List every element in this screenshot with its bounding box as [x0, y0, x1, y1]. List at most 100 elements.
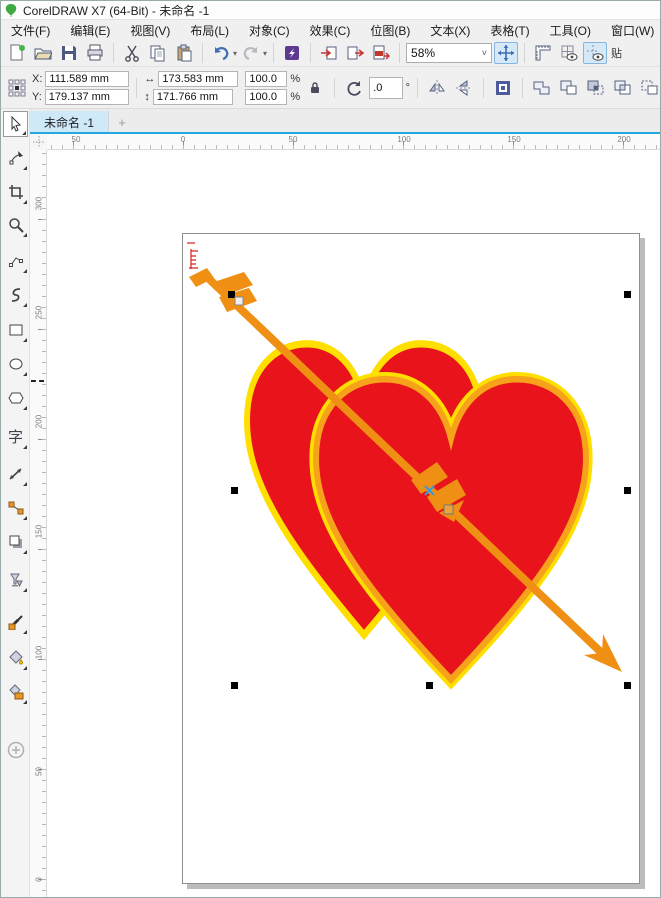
document-page[interactable] [182, 233, 640, 884]
mirror-vertical-button[interactable] [452, 77, 476, 99]
undo-button[interactable] [209, 42, 233, 64]
drop-shadow-tool-icon [8, 534, 24, 550]
interactive-fill-tool[interactable] [3, 679, 28, 705]
add-tools-button[interactable] [3, 737, 28, 763]
v-ruler-label: 250 [35, 305, 44, 321]
fit-page-icon [497, 44, 515, 62]
menu-view[interactable]: 视图(V) [120, 20, 180, 41]
flyout-indicator [23, 338, 27, 342]
x-position-field[interactable]: 111.589 mm [45, 71, 129, 87]
paste-icon [175, 44, 193, 62]
zoom-tool[interactable] [3, 212, 28, 238]
redo-dropdown-caret[interactable]: ▾ [263, 49, 267, 58]
document-tab-active[interactable]: 未命名 -1 [30, 111, 109, 134]
flyout-indicator [23, 516, 27, 520]
crop-tool[interactable] [3, 179, 28, 205]
menu-bitmaps[interactable]: 位图(B) [360, 20, 420, 41]
menu-file[interactable]: 文件(F) [1, 20, 60, 41]
menu-effects[interactable]: 效果(C) [300, 20, 361, 41]
height-icon: ↕ [144, 91, 150, 103]
show-rulers-button[interactable] [531, 42, 555, 64]
pick-tool[interactable] [3, 111, 28, 137]
show-grid-button[interactable] [557, 42, 581, 64]
toolbar-separator [334, 78, 335, 98]
connector-tool-icon [8, 500, 24, 516]
open-button[interactable] [31, 42, 55, 64]
artistic-media-tool-icon [8, 287, 24, 303]
rotation-angle-field[interactable]: .0 [369, 77, 402, 99]
menu-window[interactable]: 窗口(W) [601, 20, 661, 41]
ellipse-tool[interactable] [3, 351, 28, 377]
object-height-field[interactable]: 171.766 mm [153, 89, 233, 105]
snap-menu-label-clipped[interactable]: 贴 [611, 45, 622, 61]
new-document-button[interactable] [5, 42, 29, 64]
open-icon [34, 44, 52, 62]
toolbar-separator [202, 43, 203, 63]
import-button[interactable] [317, 42, 341, 64]
property-bar: X: 111.589 mm Y: 179.137 mm ↔ 173.583 mm… [1, 67, 661, 109]
print-button[interactable] [83, 42, 107, 64]
freehand-tool[interactable] [3, 248, 28, 274]
color-eyedropper-tool[interactable] [3, 609, 28, 635]
pdf-export-button[interactable] [369, 42, 393, 64]
export-button[interactable] [343, 42, 367, 64]
zoom-tool-icon [8, 217, 24, 233]
v-ruler-label: 50 [35, 764, 44, 780]
application-window: CorelDRAW X7 (64-Bit) - 未命名 -1 文件(F) 编辑(… [0, 0, 661, 898]
menu-table[interactable]: 表格(T) [480, 20, 539, 41]
object-width-field[interactable]: 173.583 mm [158, 71, 238, 87]
menu-tools[interactable]: 工具(O) [540, 20, 601, 41]
combine-button[interactable] [491, 77, 515, 99]
show-guidelines-button[interactable] [583, 42, 607, 64]
transparency-tool[interactable] [3, 567, 28, 593]
redo-button[interactable] [239, 42, 263, 64]
weld-button[interactable] [530, 77, 554, 99]
save-icon [60, 44, 78, 62]
pdf-export-icon [372, 44, 390, 62]
standard-toolbar: ▾ ▾ 5 [1, 40, 661, 67]
scale-y-field[interactable]: 100.0 [245, 89, 287, 105]
drop-shadow-tool[interactable] [3, 529, 28, 555]
save-button[interactable] [57, 42, 81, 64]
trim-button[interactable] [557, 77, 581, 99]
menu-object[interactable]: 对象(C) [239, 20, 300, 41]
new-tab-button[interactable]: + [109, 111, 135, 134]
artistic-media-tool[interactable] [3, 282, 28, 308]
scale-x-field[interactable]: 100.0 [245, 71, 287, 87]
menu-layout[interactable]: 布局(L) [180, 20, 239, 41]
dimension-tool[interactable] [3, 461, 28, 487]
undo-dropdown-caret[interactable]: ▾ [233, 49, 237, 58]
menu-edit[interactable]: 编辑(E) [60, 20, 120, 41]
shape-tool[interactable] [3, 145, 28, 171]
text-tool-icon: 字 [8, 430, 23, 445]
cut-button[interactable] [120, 42, 144, 64]
flyout-indicator [23, 372, 27, 376]
lock-ratio-icon [309, 81, 321, 95]
smart-fill-tool[interactable] [3, 645, 28, 671]
object-position-button[interactable] [5, 77, 29, 99]
polygon-tool[interactable] [3, 385, 28, 411]
rotation-button[interactable] [342, 77, 366, 99]
y-position-field[interactable]: 179.137 mm [45, 89, 129, 105]
zoom-fit-page-button[interactable] [494, 42, 518, 64]
front-minus-back-button[interactable] [638, 77, 661, 99]
intersect-button[interactable] [584, 77, 608, 99]
menu-text[interactable]: 文本(X) [420, 20, 480, 41]
app-launcher-button[interactable] [280, 42, 304, 64]
zoom-level-combo[interactable]: 58% ˅ [406, 43, 492, 63]
export-icon [346, 44, 364, 62]
h-ruler-label: 200 [617, 135, 630, 144]
text-tool[interactable]: 字 [3, 424, 28, 450]
paste-button[interactable] [172, 42, 196, 64]
lock-ratio-button[interactable] [303, 77, 327, 99]
connector-tool[interactable] [3, 495, 28, 521]
copy-button[interactable] [146, 42, 170, 64]
ruler-origin-button[interactable] [30, 134, 48, 151]
simplify-button[interactable] [611, 77, 635, 99]
toolbar-separator [310, 43, 311, 63]
mirror-horizontal-button[interactable] [425, 77, 449, 99]
vertical-ruler[interactable]: 300 250 200 150 100 50 0 [30, 150, 47, 898]
horizontal-ruler[interactable]: 50 0 50 100 150 200 [47, 134, 661, 150]
rectangle-tool[interactable] [3, 317, 28, 343]
toolbar-separator [273, 43, 274, 63]
